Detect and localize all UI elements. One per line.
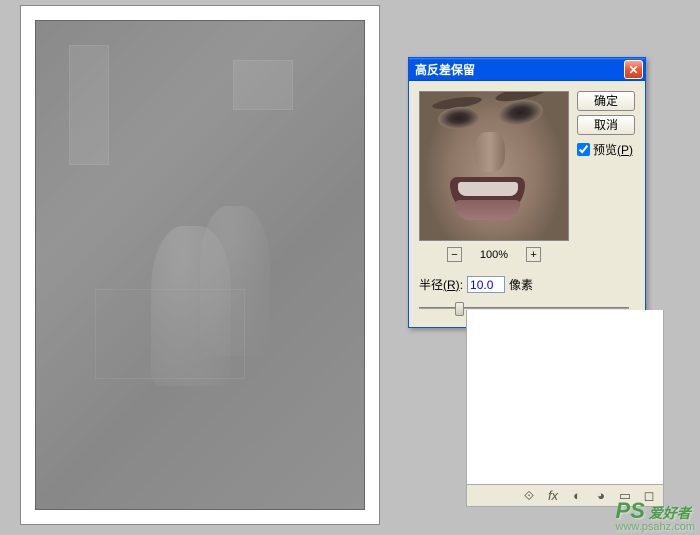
- slider-thumb[interactable]: [455, 302, 464, 316]
- preview-image: [420, 92, 568, 240]
- radius-accel: (R): [443, 278, 460, 292]
- radius-row: 半径(R): 像素: [419, 276, 635, 293]
- preview-label: 预览: [593, 141, 617, 158]
- high-pass-dialog: 高反差保留 ✕ 确定 取消 预览(P): [408, 57, 646, 328]
- canvas[interactable]: [35, 20, 365, 510]
- link-icon[interactable]: ⟐: [521, 489, 537, 503]
- watermark: PS 爱好者 www.psahz.com: [616, 498, 695, 533]
- radius-colon: :: [460, 278, 463, 292]
- radius-label: 半径: [419, 276, 443, 293]
- zoom-in-button[interactable]: +: [526, 247, 541, 262]
- radius-unit: 像素: [509, 276, 533, 293]
- document-window: [20, 5, 380, 525]
- adjustment-icon[interactable]: ◕: [593, 489, 609, 503]
- window-detail: [233, 60, 293, 110]
- dialog-body: 确定 取消 预览(P) − 100% + 半径(R): 像素: [409, 81, 645, 327]
- mask-icon[interactable]: ◐: [569, 489, 585, 503]
- preview-checkbox-row[interactable]: 预览(P): [577, 141, 635, 158]
- layers-panel: ⟐ fx ◐ ◕ ▭ ◻: [466, 310, 664, 507]
- high-pass-image: [36, 21, 364, 509]
- zoom-value: 100%: [480, 249, 508, 261]
- preview-checkbox[interactable]: [577, 143, 590, 156]
- watermark-brand-suffix: 爱好者: [645, 505, 691, 521]
- dialog-buttons: 确定 取消 预览(P): [577, 91, 635, 158]
- filter-preview[interactable]: [419, 91, 569, 241]
- zoom-out-button[interactable]: −: [447, 247, 462, 262]
- radius-input[interactable]: [467, 276, 505, 293]
- cancel-button[interactable]: 取消: [577, 115, 635, 135]
- fx-icon[interactable]: fx: [545, 489, 561, 503]
- ok-button[interactable]: 确定: [577, 91, 635, 111]
- person-outline-2: [200, 206, 270, 356]
- dialog-titlebar[interactable]: 高反差保留 ✕: [409, 58, 645, 81]
- watermark-url: www.psahz.com: [616, 521, 695, 533]
- close-button[interactable]: ✕: [624, 60, 643, 79]
- watermark-brand-prefix: PS: [616, 498, 645, 523]
- dialog-title: 高反差保留: [415, 61, 624, 78]
- zoom-controls: − 100% +: [419, 247, 569, 262]
- slider-track: [419, 307, 629, 309]
- plant-detail: [69, 45, 109, 165]
- close-icon: ✕: [628, 63, 638, 77]
- preview-accel: (P): [617, 143, 633, 157]
